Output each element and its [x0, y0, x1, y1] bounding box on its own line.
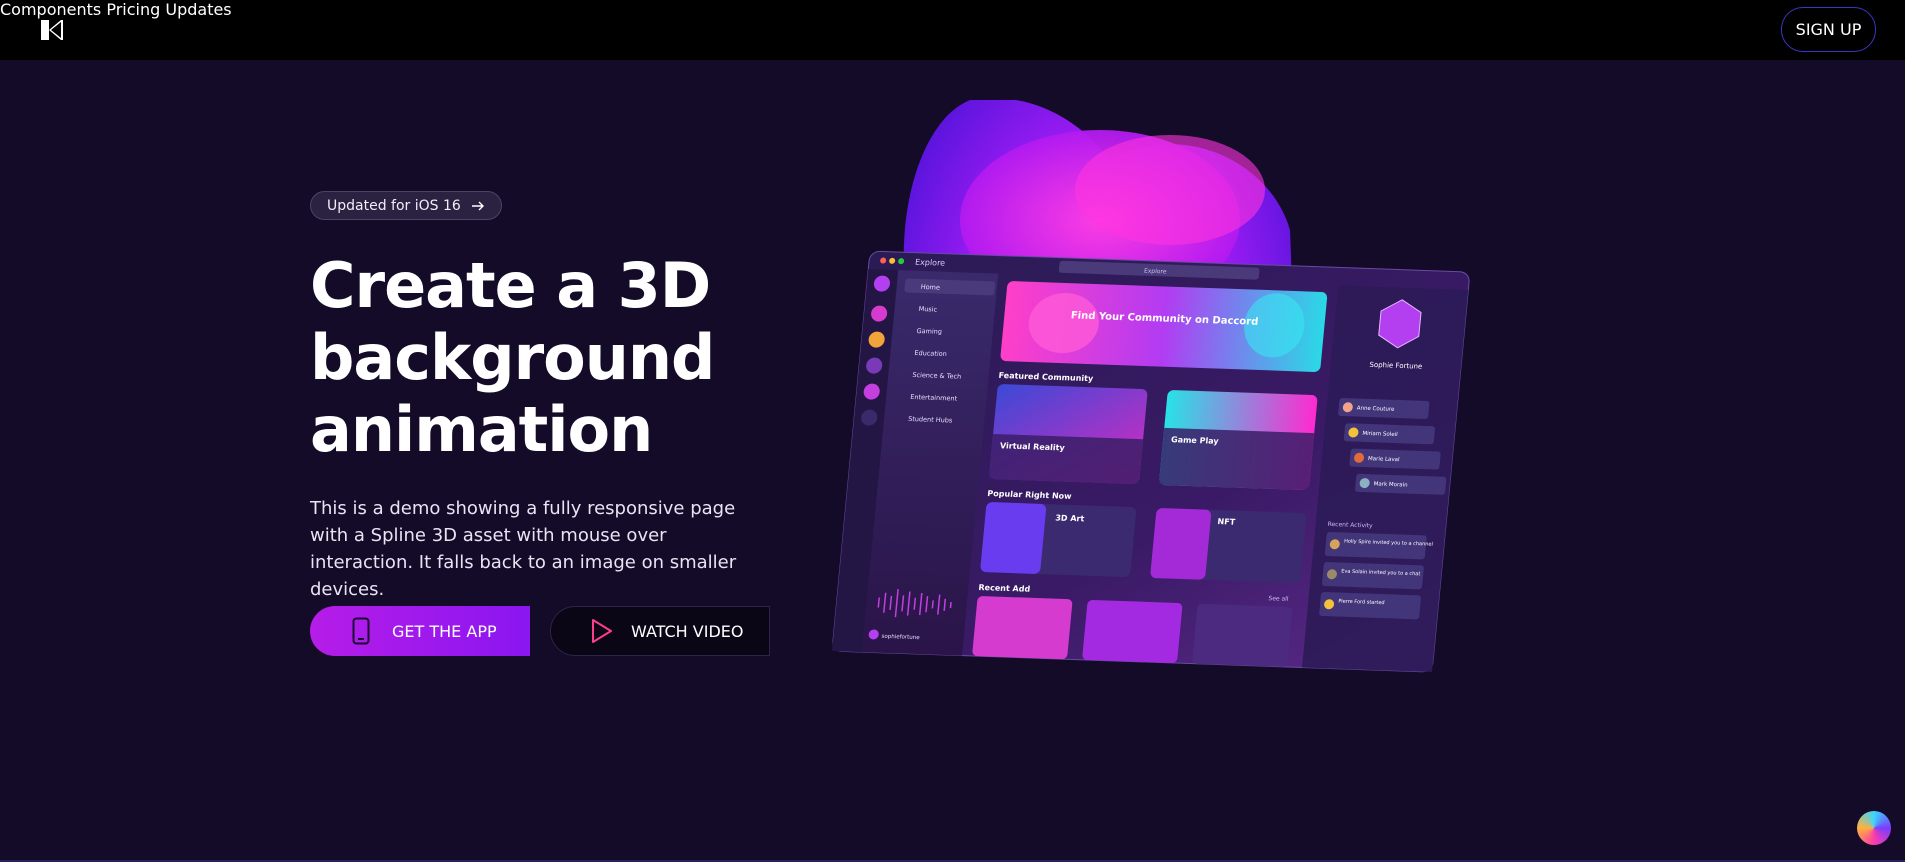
nav-components[interactable]: Components	[0, 0, 101, 19]
mockup-recent-title: Recent Add	[978, 583, 1031, 594]
headline-line-2: background	[310, 321, 715, 394]
mockup-nav-student: Student Hubs	[908, 415, 953, 425]
sign-up-button[interactable]: SIGN UP	[1781, 7, 1876, 52]
watch-video-label: WATCH VIDEO	[631, 621, 744, 641]
mockup-card-game-title: Game Play	[1171, 435, 1220, 446]
mockup-nav-music: Music	[918, 305, 938, 314]
top-nav-bar: Components Pricing Updates SIGN UP	[0, 0, 1905, 60]
mockup-nav-entertainment: Entertainment	[910, 393, 958, 403]
update-badge-label: Updated for iOS 16	[327, 197, 461, 214]
mockup-nav-science: Science & Tech	[912, 371, 962, 381]
hero-headline: Create a 3D background animation	[310, 250, 830, 466]
play-icon	[592, 619, 612, 643]
mockup-member-3: Mark Morain	[1373, 481, 1408, 488]
mockup-member-2: Marie Laval	[1368, 456, 1401, 463]
mockup-card-nft-title: NFT	[1217, 517, 1236, 527]
headline-line-3: animation	[310, 393, 653, 466]
mockup-profile-name: Sophie Fortune	[1369, 360, 1423, 371]
headline-line-1: Create a 3D	[310, 249, 711, 322]
get-the-app-button[interactable]: GET THE APP	[310, 606, 530, 656]
corner-orb-icon[interactable]	[1857, 811, 1891, 845]
mockup-nav-home: Home	[920, 283, 940, 292]
mockup-card-3d-title: 3D Art	[1055, 513, 1085, 523]
mockup-member-1: Miriam Soleil	[1362, 431, 1398, 438]
arrow-right-icon	[471, 201, 484, 210]
nav-pricing[interactable]: Pricing	[106, 0, 160, 19]
phone-icon	[352, 617, 370, 645]
hero-3d-illustration[interactable]: Explore Explore Home Music Gaming Educat…	[830, 100, 1520, 760]
mockup-window-title: Explore	[915, 258, 946, 268]
update-badge[interactable]: Updated for iOS 16	[310, 191, 502, 220]
hero-description: This is a demo showing a fully responsiv…	[310, 498, 737, 600]
mockup-see-all: See all	[1268, 595, 1289, 603]
mockup-nav-education: Education	[914, 349, 947, 358]
get-the-app-label: GET THE APP	[392, 621, 497, 641]
nav-updates[interactable]: Updates	[165, 0, 231, 19]
watch-video-button[interactable]: WATCH VIDEO	[550, 606, 770, 656]
logo-icon[interactable]	[39, 18, 65, 42]
mockup-nav-gaming: Gaming	[916, 327, 942, 336]
mockup-search: Explore	[1144, 268, 1167, 276]
